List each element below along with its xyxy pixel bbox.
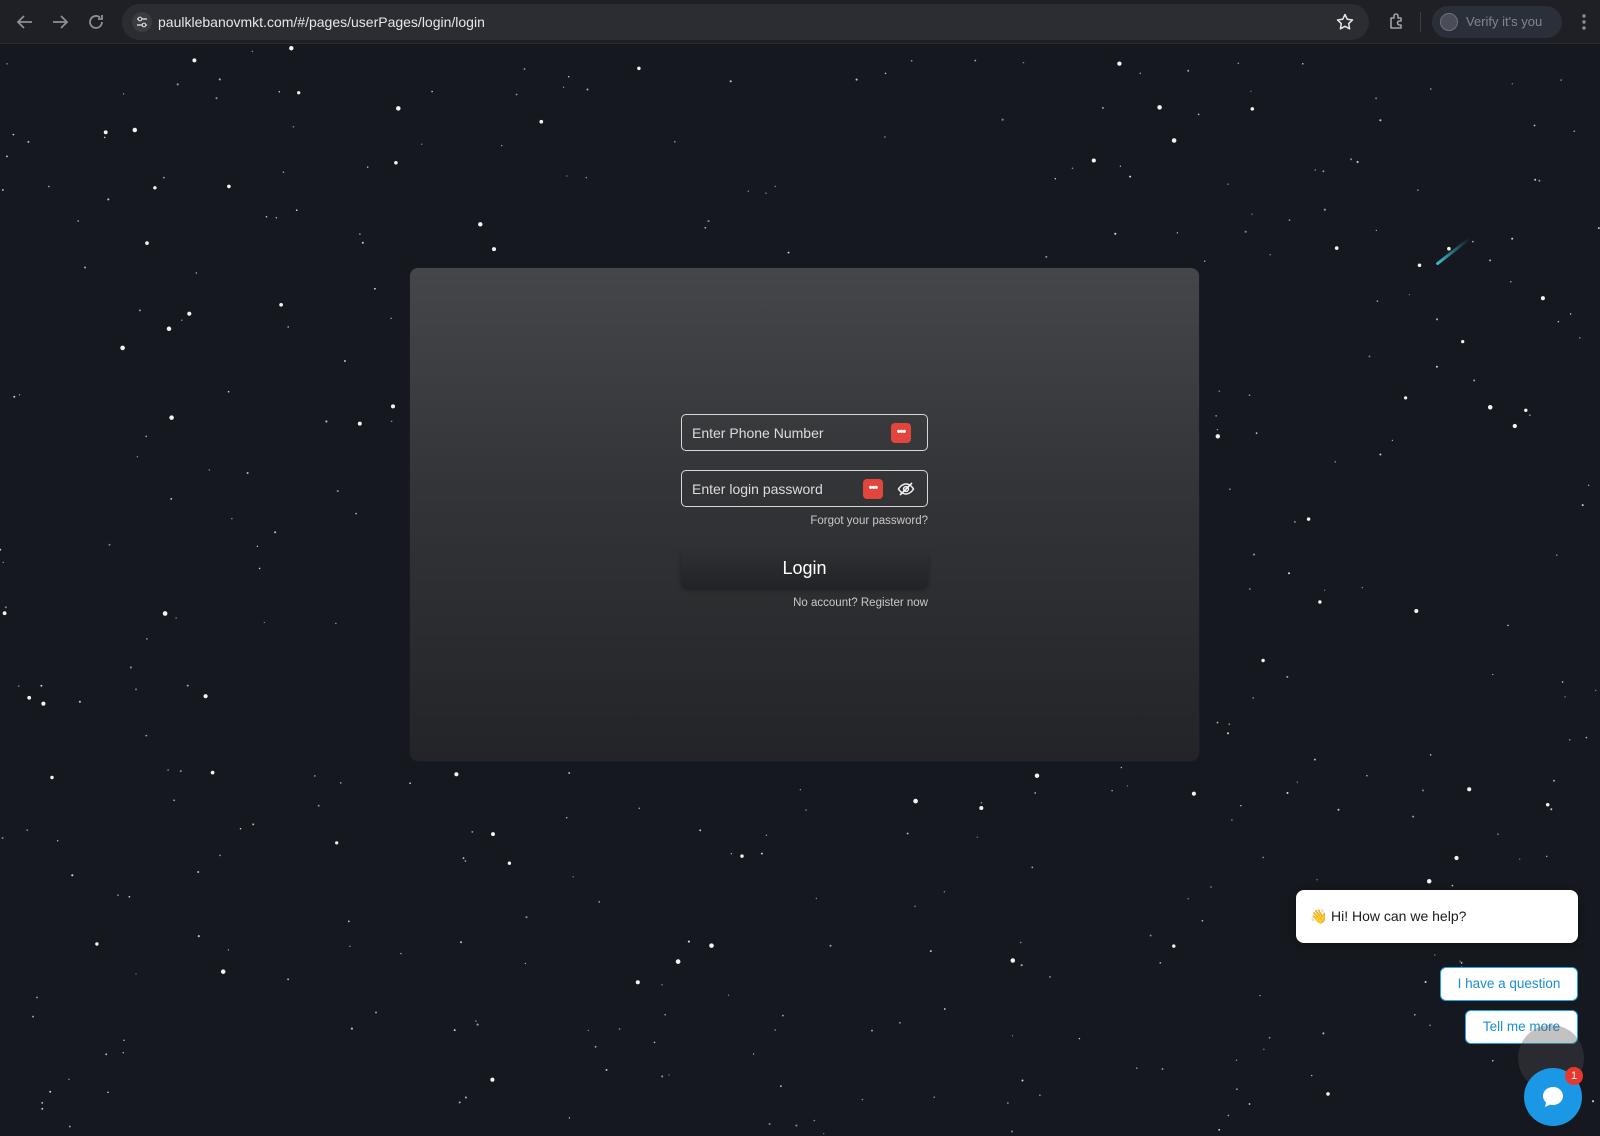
forgot-password-link[interactable]: Forgot your password? [681, 515, 928, 527]
password-manager-icon[interactable]: ••• [891, 423, 911, 443]
arrow-left-icon[interactable] [13, 10, 37, 34]
arrow-right-icon[interactable] [48, 10, 72, 34]
puzzle-icon[interactable] [1385, 10, 1409, 34]
phone-field[interactable]: ••• [681, 414, 928, 451]
phone-input[interactable] [692, 415, 862, 450]
avatar [1440, 13, 1458, 31]
wave-icon: 👋 [1310, 908, 1328, 924]
chat-bubble-icon [1543, 1087, 1563, 1107]
reload-icon[interactable] [84, 10, 108, 34]
chat-greeting: Hi! How can we help? [1331, 908, 1467, 924]
password-field[interactable]: ••• [681, 470, 928, 507]
profile-button[interactable]: Verify it's you [1432, 6, 1562, 38]
chat-greeting-bubble: 👋 Hi! How can we help? [1296, 890, 1578, 943]
eye-off-icon[interactable] [897, 480, 915, 498]
chat-option-question[interactable]: I have a question [1440, 967, 1578, 1001]
star-icon[interactable] [1335, 12, 1355, 32]
url-text[interactable]: paulklebanovmkt.com/#/pages/userPages/lo… [158, 4, 485, 40]
browser-toolbar: paulklebanovmkt.com/#/pages/userPages/lo… [0, 0, 1600, 44]
kebab-menu-icon[interactable] [1578, 10, 1590, 34]
notification-badge: 1 [1565, 1067, 1583, 1085]
address-bar[interactable]: paulklebanovmkt.com/#/pages/userPages/lo… [122, 4, 1369, 40]
tune-icon[interactable] [132, 12, 152, 32]
login-card: ••• ••• Forgot your password? Login No a… [410, 268, 1199, 761]
password-input[interactable] [692, 471, 862, 506]
profile-label: Verify it's you [1466, 14, 1543, 29]
page-viewport: ••• ••• Forgot your password? Login No a… [0, 45, 1600, 1136]
register-link[interactable]: No account? Register now [681, 597, 928, 609]
password-manager-icon[interactable]: ••• [863, 479, 883, 499]
toolbar-divider [1420, 12, 1421, 32]
login-button[interactable]: Login [681, 549, 928, 588]
